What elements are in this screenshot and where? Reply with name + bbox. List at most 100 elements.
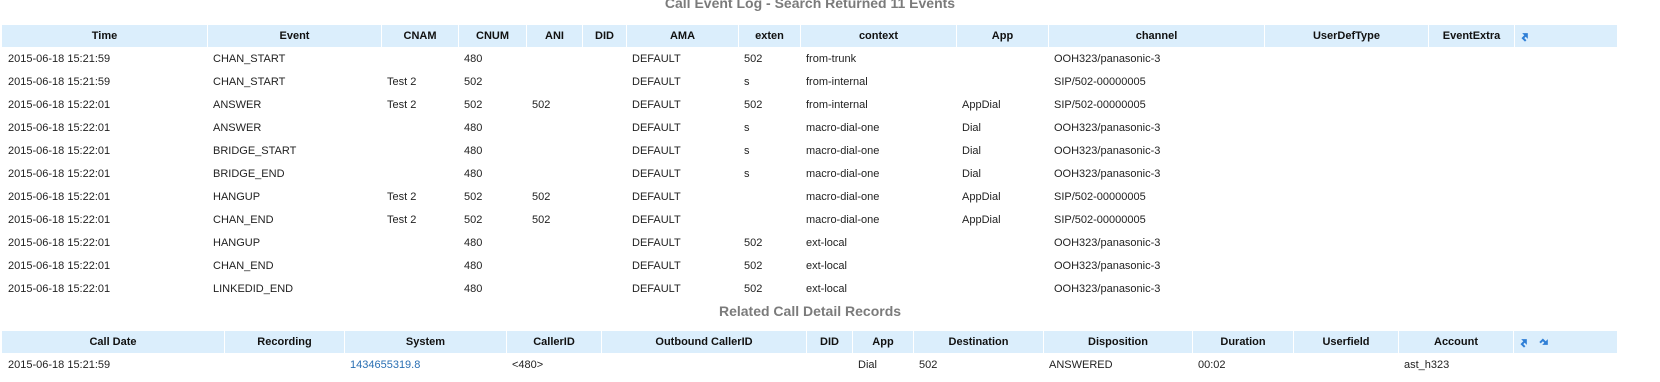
table-cell: CHAN_END [213, 259, 274, 272]
table-cell: 2015-06-18 15:22:01 [8, 236, 111, 249]
col-header-context[interactable]: context [800, 25, 956, 47]
table-cell [738, 185, 800, 208]
table-cell: 480 [464, 167, 483, 180]
col-header-outbound-callerid[interactable]: Outbound CallerID [601, 331, 806, 353]
download-arrow-icon[interactable] [1539, 336, 1551, 348]
table-cell [582, 47, 626, 70]
table-row: 2015-06-18 15:22:01 HANGUP Test 2 502 502 DEF… [2, 185, 1617, 208]
table-cell [381, 139, 458, 162]
table-cell [956, 231, 1048, 254]
table-cell: SIP/502-00000005 [1054, 98, 1146, 111]
table-cell: CHAN_START [213, 52, 286, 65]
table-cell: macro-dial-one [806, 213, 880, 226]
col-header-recording[interactable]: Recording [224, 331, 344, 353]
export-arrow-icon[interactable] [1518, 336, 1530, 348]
table-cell [526, 162, 582, 185]
table-cell [1264, 139, 1428, 162]
table-row: 2015-06-18 15:22:01 ANSWER Test 2 502 502 DEF… [2, 93, 1617, 116]
table-cell: AppDial [962, 98, 1001, 111]
table-cell-spacer [1514, 47, 1617, 70]
table-cell [1428, 70, 1514, 93]
table-row: 2015-06-18 15:22:01 CHAN_END 480 DEFAULT 502… [2, 254, 1617, 277]
col-header-did[interactable]: DID [806, 331, 852, 353]
table-cell [582, 70, 626, 93]
col-header-ani[interactable]: ANI [526, 25, 582, 47]
table-cell-spacer [1514, 254, 1617, 277]
col-header-ama[interactable]: AMA [626, 25, 738, 47]
table-cell: 502 [464, 75, 483, 88]
table-cell: AppDial [962, 213, 1001, 226]
table-row: 2015-06-18 15:22:01 ANSWER 480 DEFAULT s macr… [2, 116, 1617, 139]
table-cell: <480> [512, 358, 544, 371]
table-cell [526, 70, 582, 93]
col-header-cnum[interactable]: CNUM [458, 25, 526, 47]
system-link[interactable]: 1434655319.8 [350, 359, 420, 371]
table-row: 2015-06-18 15:22:01 BRIDGE_START 480 DEFAUL… [2, 139, 1617, 162]
col-header-time[interactable]: Time [2, 25, 207, 47]
col-header-userfield[interactable]: Userfield [1293, 331, 1398, 353]
col-header-disposition[interactable]: Disposition [1043, 331, 1192, 353]
col-header-app[interactable]: App [852, 331, 913, 353]
table-cell: Dial [858, 358, 877, 371]
table-cell [1264, 185, 1428, 208]
table-cell-spacer [1514, 208, 1617, 231]
table-cell: DEFAULT [632, 213, 681, 226]
col-header-callerid[interactable]: CallerID [506, 331, 601, 353]
col-header-did[interactable]: DID [582, 25, 626, 47]
col-header-destination[interactable]: Destination [913, 331, 1043, 353]
col-header-call-date[interactable]: Call Date [2, 331, 224, 353]
col-header-system[interactable]: System [344, 331, 506, 353]
table-cell-spacer [1514, 277, 1617, 300]
table-cell-spacer [1513, 353, 1617, 376]
table-cell: 480 [464, 144, 483, 157]
table-cell: 2015-06-18 15:22:01 [8, 259, 111, 272]
table-cell: SIP/502-00000005 [1054, 190, 1146, 203]
table-cell: DEFAULT [632, 190, 681, 203]
table-cell: ext-local [806, 236, 847, 249]
col-header-userdeftype[interactable]: UserDefType [1264, 25, 1428, 47]
table-cell: Test 2 [387, 75, 417, 88]
call-event-log-title: Call Event Log - Search Returned 11 Even… [664, 0, 956, 11]
table-cell: OOH323/panasonic-3 [1054, 236, 1161, 249]
table-cell: 480 [464, 282, 483, 295]
table-cell [582, 162, 626, 185]
col-header-app[interactable]: App [956, 25, 1048, 47]
col-header-cnam[interactable]: CNAM [381, 25, 458, 47]
table-cell [956, 277, 1048, 300]
table-cell [582, 185, 626, 208]
table-cell: DEFAULT [632, 144, 681, 157]
table-cell [1264, 277, 1428, 300]
export-arrow-icon[interactable] [1519, 30, 1531, 42]
table-cell [1428, 139, 1514, 162]
table-cell: 502 [744, 282, 763, 295]
table-row: 2015-06-18 15:21:59 CHAN_START 480 DEFAULT 5… [2, 47, 1617, 70]
table-cell: ANSWERED [1049, 358, 1113, 371]
table-cell: DEFAULT [632, 167, 681, 180]
table-cell [1428, 116, 1514, 139]
col-header-exten[interactable]: exten [738, 25, 800, 47]
table-cell: DEFAULT [632, 236, 681, 249]
table-cell: Dial [962, 144, 981, 157]
table-cell [601, 353, 806, 376]
table-cell-spacer [1514, 185, 1617, 208]
col-header-channel[interactable]: channel [1048, 25, 1264, 47]
table-cell: macro-dial-one [806, 121, 880, 134]
table-cell: Test 2 [387, 98, 417, 111]
table-cell [381, 254, 458, 277]
col-header-account[interactable]: Account [1398, 331, 1513, 353]
table-cell [1428, 231, 1514, 254]
table-cell: OOH323/panasonic-3 [1054, 282, 1161, 295]
table-cell [1264, 70, 1428, 93]
table-cell [582, 254, 626, 277]
table-cell: 502 [532, 213, 551, 226]
table-cell: OOH323/panasonic-3 [1054, 121, 1161, 134]
col-header-eventextra[interactable]: EventExtra [1428, 25, 1514, 47]
table-cell [1264, 162, 1428, 185]
col-header-duration[interactable]: Duration [1192, 331, 1293, 353]
table-cell: 480 [464, 259, 483, 272]
related-cdr-table: Call Date Recording System CallerID Outb… [2, 331, 1617, 376]
table-cell [526, 116, 582, 139]
col-header-event[interactable]: Event [207, 25, 381, 47]
table-cell [1428, 254, 1514, 277]
table-cell: ext-local [806, 259, 847, 272]
